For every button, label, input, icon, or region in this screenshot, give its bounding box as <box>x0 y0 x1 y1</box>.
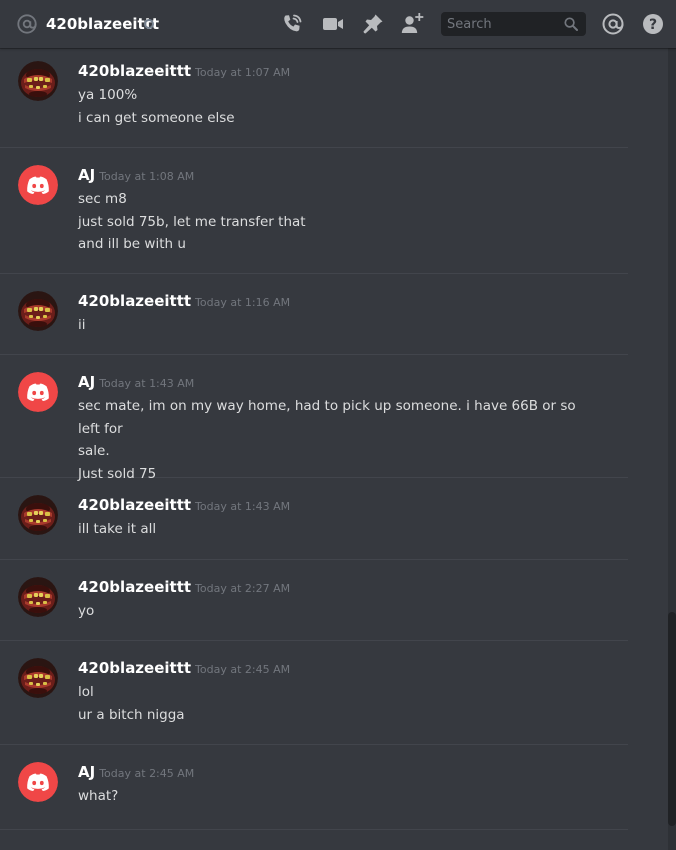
call-icon[interactable] <box>280 12 304 36</box>
offline-status-icon <box>144 19 154 29</box>
video-icon[interactable] <box>321 12 345 36</box>
message-timestamp: Today at 1:08 AM <box>99 170 195 183</box>
message-author[interactable]: AJ <box>78 166 95 184</box>
message-group: 420blazeeittt Today at 1:07 AM ya 100% i … <box>0 48 628 148</box>
search-input[interactable] <box>441 12 559 36</box>
message-author[interactable]: 420blazeeittt <box>78 659 191 677</box>
mention-icon[interactable] <box>601 12 625 36</box>
message-text: sec m8 <box>78 191 127 207</box>
message-timestamp: Today at 1:07 AM <box>195 66 291 79</box>
message-timestamp: Today at 1:43 AM <box>99 377 195 390</box>
channel-header: 420blazeeittt ? <box>0 0 676 48</box>
message-text: i can get someone else <box>78 109 235 126</box>
message-author[interactable]: 420blazeeittt <box>78 578 191 596</box>
discord-avatar[interactable] <box>18 165 58 205</box>
message-author[interactable]: 420blazeeittt <box>78 62 191 80</box>
user-avatar[interactable] <box>18 291 58 331</box>
channel-title: 420blazeeittt <box>46 15 160 33</box>
message-author[interactable]: AJ <box>78 373 95 391</box>
message-timestamp: Today at 2:45 AM <box>99 767 195 780</box>
add-friend-icon[interactable] <box>400 12 424 36</box>
user-avatar[interactable] <box>18 61 58 101</box>
user-avatar[interactable] <box>18 495 58 535</box>
scrollbar-thumb[interactable] <box>668 612 676 826</box>
message-group: AJ Today at 1:43 AM sec mate, im on my wa… <box>0 359 628 482</box>
message-timestamp: Today at 1:43 AM <box>195 500 291 513</box>
search-icon <box>564 17 578 31</box>
message-list[interactable]: 420blazeeittt Today at 1:07 AM ya 100% i … <box>0 48 668 850</box>
pin-icon[interactable] <box>361 12 385 36</box>
message-timestamp: Today at 1:16 AM <box>195 296 291 309</box>
message-text: ii <box>78 317 86 333</box>
message-text: sale. <box>78 443 110 459</box>
help-icon[interactable]: ? <box>641 12 665 36</box>
svg-text:?: ? <box>649 17 657 33</box>
at-sign-icon <box>17 14 37 34</box>
message-group: 420blazeeittt Today at 1:43 AM ill take i… <box>0 482 628 560</box>
message-group: AJ Today at 2:45 AM what? <box>0 749 628 830</box>
message-timestamp: Today at 2:45 AM <box>195 663 291 676</box>
discord-avatar[interactable] <box>18 372 58 412</box>
message-group: 420blazeeittt Today at 1:16 AM ii <box>0 278 628 355</box>
discord-avatar[interactable] <box>18 762 58 802</box>
message-group: 420blazeeittt Today at 2:45 AM lol ur a b… <box>0 645 628 745</box>
message-author[interactable]: AJ <box>78 763 95 781</box>
search-box[interactable] <box>441 12 586 36</box>
message-text: just sold 75b, let me transfer that <box>78 213 306 230</box>
message-text: and ill be with u <box>78 236 186 252</box>
user-avatar[interactable] <box>18 577 58 617</box>
message-author[interactable]: 420blazeeittt <box>78 496 191 514</box>
message-text: ill take it all <box>78 521 157 537</box>
user-avatar[interactable] <box>18 658 58 698</box>
message-text: ya 100% <box>78 87 138 103</box>
message-author[interactable]: 420blazeeittt <box>78 292 191 310</box>
message-text: sec mate, im on my way home, had to pick… <box>78 398 576 437</box>
message-group: 420blazeeittt Today at 2:27 AM yo <box>0 564 628 641</box>
message-text: lol <box>78 684 94 700</box>
message-text: yo <box>78 603 95 619</box>
message-text: ur a bitch nigga <box>78 706 185 723</box>
message-group: AJ Today at 1:08 AM sec m8 just sold 75b,… <box>0 152 628 274</box>
message-timestamp: Today at 2:27 AM <box>195 582 291 595</box>
message-text: what? <box>78 788 119 804</box>
